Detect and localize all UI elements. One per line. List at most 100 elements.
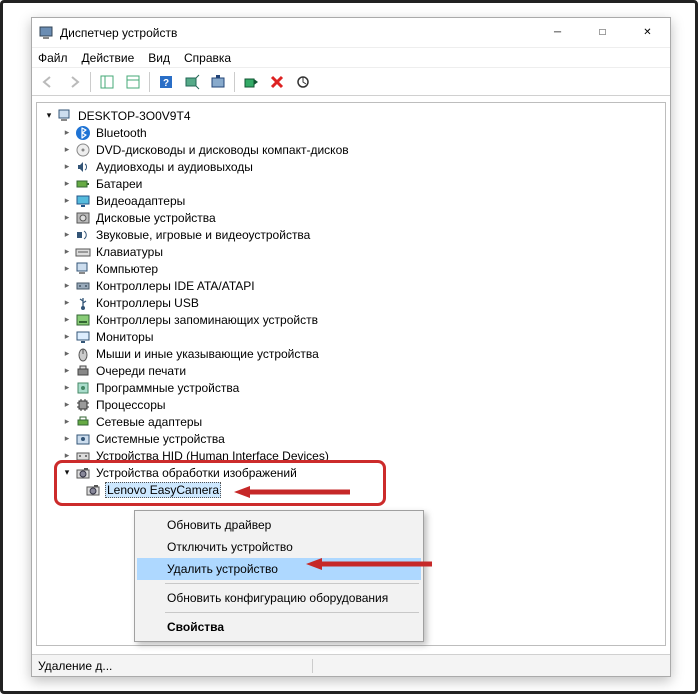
back-button[interactable] <box>36 71 60 93</box>
expander-icon[interactable]: ▾ <box>61 467 73 479</box>
expander-icon[interactable]: ▸ <box>61 399 73 411</box>
imaging-device-label: Lenovo EasyCamera <box>105 482 221 498</box>
expander-icon[interactable]: ▸ <box>61 450 73 462</box>
computer-icon <box>75 261 91 277</box>
cpu-icon <box>75 397 91 413</box>
expander-icon[interactable]: ▸ <box>61 348 73 360</box>
device-category-row[interactable]: ▸ Видеоадаптеры <box>37 192 665 209</box>
expander-icon[interactable]: ▾ <box>43 110 55 122</box>
device-category-row[interactable]: ▸ Клавиатуры <box>37 243 665 260</box>
device-category-row[interactable]: ▸ Дисковые устройства <box>37 209 665 226</box>
device-category-row[interactable]: ▸Мыши и иные указывающие устройства <box>37 345 665 362</box>
expander-icon[interactable]: ▸ <box>61 178 73 190</box>
device-category-row[interactable]: ▸Сетевые адаптеры <box>37 413 665 430</box>
status-bar: Удаление д... <box>32 654 670 676</box>
expander-icon[interactable]: ▸ <box>61 195 73 207</box>
device-category-row[interactable]: ▸ Звуковые, игровые и видеоустройства <box>37 226 665 243</box>
display-icon <box>75 193 91 209</box>
expander-icon[interactable]: ▸ <box>61 331 73 343</box>
cm-disable-device[interactable]: Отключить устройство <box>137 536 421 558</box>
system-icon <box>75 431 91 447</box>
uninstall-button[interactable] <box>265 71 289 93</box>
expander-icon[interactable]: ▸ <box>61 314 73 326</box>
device-category-label: Процессоры <box>95 398 167 412</box>
enable-button[interactable] <box>239 71 263 93</box>
device-category-label: Батареи <box>95 177 143 191</box>
cm-scan-hardware[interactable]: Обновить конфигурацию оборудования <box>137 587 421 609</box>
expander-icon[interactable]: ▸ <box>61 297 73 309</box>
cm-properties[interactable]: Свойства <box>137 616 421 638</box>
expander-icon[interactable]: ▸ <box>61 365 73 377</box>
device-category-row[interactable]: ▸Bluetooth <box>37 124 665 141</box>
device-category-row[interactable]: ▸ Аудиовходы и аудиовыходы <box>37 158 665 175</box>
device-category-label: Звуковые, игровые и видеоустройства <box>95 228 311 242</box>
device-category-label: Очереди печати <box>95 364 187 378</box>
usb-icon <box>75 295 91 311</box>
expander-icon[interactable]: ▸ <box>61 144 73 156</box>
device-category-row[interactable]: ▸ Батареи <box>37 175 665 192</box>
device-category-label: Аудиовходы и аудиовыходы <box>95 160 254 174</box>
root-label: DESKTOP-3O0V9T4 <box>77 109 192 123</box>
device-category-row[interactable]: ▸Компьютер <box>37 260 665 277</box>
forward-button[interactable] <box>62 71 86 93</box>
net-icon <box>75 414 91 430</box>
device-category-row[interactable]: ▸Устройства HID (Human Interface Devices… <box>37 447 665 464</box>
sound-icon <box>75 227 91 243</box>
keyboard-icon <box>75 244 91 260</box>
device-category-row[interactable]: ▸Мониторы <box>37 328 665 345</box>
cm-update-driver[interactable]: Обновить драйвер <box>137 514 421 536</box>
expander-icon[interactable]: ▸ <box>61 246 73 258</box>
expander-icon[interactable]: ▸ <box>61 161 73 173</box>
expander-icon[interactable]: ▸ <box>61 263 73 275</box>
device-category-row[interactable]: ▸Программные устройства <box>37 379 665 396</box>
bluetooth-icon <box>75 125 91 141</box>
monitor-icon <box>75 329 91 345</box>
expander-icon[interactable]: ▸ <box>61 229 73 241</box>
device-category-label: Контроллеры USB <box>95 296 200 310</box>
expander-icon[interactable]: ▸ <box>61 433 73 445</box>
menu-view[interactable]: Вид <box>148 51 170 65</box>
menu-file[interactable]: Файл <box>38 51 68 65</box>
maximize-button[interactable]: □ <box>580 19 625 47</box>
update-driver-button[interactable] <box>206 71 230 93</box>
minimize-button[interactable]: ─ <box>535 19 580 47</box>
device-category-row[interactable]: ▸ Очереди печати <box>37 362 665 379</box>
close-button[interactable]: ✕ <box>625 19 670 47</box>
device-category-label: Видеоадаптеры <box>95 194 186 208</box>
menu-action[interactable]: Действие <box>82 51 135 65</box>
device-category-label: Дисковые устройства <box>95 211 217 225</box>
show-hide-tree-button[interactable] <box>95 71 119 93</box>
imaging-category-row[interactable]: ▾ Устройства обработки изображений <box>37 464 665 481</box>
device-category-label: Клавиатуры <box>95 245 164 259</box>
imaging-device-row[interactable]: Lenovo EasyCamera <box>37 481 665 498</box>
status-text: Удаление д... <box>38 659 313 673</box>
device-category-row[interactable]: ▸Системные устройства <box>37 430 665 447</box>
soft-icon <box>75 380 91 396</box>
storage-icon <box>75 312 91 328</box>
disc-icon <box>75 142 91 158</box>
device-category-row[interactable]: ▸DVD-дисководы и дисководы компакт-диско… <box>37 141 665 158</box>
mouse-icon <box>75 346 91 362</box>
device-category-row[interactable]: ▸ Процессоры <box>37 396 665 413</box>
properties-button[interactable] <box>121 71 145 93</box>
root-node[interactable]: ▾ DESKTOP-3O0V9T4 <box>37 107 665 124</box>
device-category-row[interactable]: ▸Контроллеры IDE ATA/ATAPI <box>37 277 665 294</box>
device-category-row[interactable]: ▸ Контроллеры запоминающих устройств <box>37 311 665 328</box>
hid-icon <box>75 448 91 464</box>
device-manager-window: Диспетчер устройств ─ □ ✕ Файл Действие … <box>31 17 671 677</box>
camera-icon <box>85 482 101 498</box>
toolbar: ? <box>32 68 670 96</box>
expander-icon[interactable]: ▸ <box>61 280 73 292</box>
help-button[interactable]: ? <box>154 71 178 93</box>
computer-icon <box>57 108 73 124</box>
menu-help[interactable]: Справка <box>184 51 231 65</box>
expander-icon[interactable]: ▸ <box>61 212 73 224</box>
expander-icon[interactable]: ▸ <box>61 416 73 428</box>
expander-icon[interactable]: ▸ <box>61 127 73 139</box>
scan-hardware-button[interactable] <box>180 71 204 93</box>
expander-icon[interactable]: ▸ <box>61 382 73 394</box>
refresh-button[interactable] <box>291 71 315 93</box>
device-category-label: Контроллеры запоминающих устройств <box>95 313 319 327</box>
cm-uninstall-device[interactable]: Удалить устройство <box>137 558 421 580</box>
device-category-row[interactable]: ▸ Контроллеры USB <box>37 294 665 311</box>
